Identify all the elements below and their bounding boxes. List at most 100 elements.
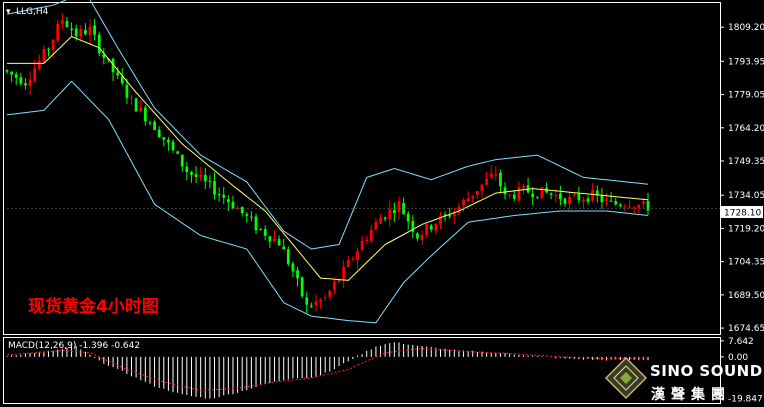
brand-name-cn: 漢聲集團	[651, 386, 731, 403]
candle-bear	[563, 198, 567, 204]
candle-bull	[517, 187, 521, 201]
candle-bear	[153, 121, 156, 131]
candle-bear	[429, 225, 433, 230]
candle-bear	[291, 263, 295, 272]
candle-bull	[466, 198, 470, 202]
candle-bear	[531, 193, 535, 198]
current-price-value: 1728.10	[724, 209, 761, 219]
candle-bear	[208, 180, 212, 182]
candle-bull	[79, 29, 83, 37]
candle-bull	[457, 206, 461, 214]
candle-bull	[572, 194, 576, 196]
candle-bull	[434, 224, 438, 231]
candle-bear	[300, 277, 304, 297]
candle-bear	[646, 200, 650, 211]
candle-bear	[213, 181, 216, 195]
candle-bear	[74, 28, 78, 37]
macd-indicator-label: MACD(12,26,9) -1.396 -0.642	[8, 341, 140, 351]
candle-bear	[70, 28, 73, 31]
candle-bull	[568, 196, 571, 204]
candle-bull	[642, 201, 645, 204]
chart-symbol-icon: ▾	[6, 7, 11, 17]
price-tick-label: 1779.05	[728, 91, 764, 101]
candle-bear	[19, 77, 23, 84]
candle-bull	[494, 174, 498, 176]
macd-tick-label: -19.847	[728, 394, 763, 404]
candle-bull	[28, 79, 32, 87]
candle-bull	[554, 195, 558, 197]
price-tick-label: 1704.35	[728, 258, 764, 268]
candle-bear	[143, 107, 147, 122]
candle-bull	[582, 199, 585, 201]
candle-bear	[512, 194, 516, 199]
candle-bull	[130, 97, 133, 99]
candle-bull	[388, 209, 392, 220]
candle-bull	[420, 234, 424, 240]
candle-bull	[360, 241, 364, 251]
candle-bear	[10, 71, 13, 75]
candle-bear	[305, 297, 309, 305]
candle-bear	[268, 236, 272, 242]
candle-bear	[309, 305, 313, 307]
candle-bear	[618, 204, 622, 206]
candle-bull	[51, 39, 55, 51]
candle-bear	[392, 210, 396, 214]
candle-bull	[356, 251, 359, 261]
candle-bear	[383, 217, 387, 219]
candle-bull	[425, 223, 429, 235]
price-tick-label: 1793.95	[728, 57, 764, 67]
candle-bull	[480, 184, 484, 192]
candle-bear	[93, 25, 96, 35]
candle-bull	[42, 49, 46, 62]
candle-bull	[60, 19, 64, 24]
candle-bear	[231, 201, 235, 209]
price-tick-label: 1674.65	[728, 324, 764, 334]
candle-bull	[346, 260, 350, 267]
candle-bull	[369, 229, 373, 241]
candle-bear	[162, 137, 166, 140]
candle-bear	[245, 214, 249, 216]
candle-bear	[559, 193, 562, 200]
candle-bull	[462, 199, 465, 206]
candle-bull	[37, 60, 41, 69]
candle-bear	[277, 238, 281, 246]
candle-bull	[632, 207, 636, 209]
candle-bear	[503, 187, 507, 195]
candle-bear	[171, 141, 175, 151]
price-chart: 1809.20 1793.95 1779.05 1764.20 1749.35 1734.…	[0, 0, 764, 407]
candle-bull	[333, 282, 336, 290]
candle-bear	[14, 74, 18, 78]
candle-bear	[5, 70, 9, 72]
candle-bear	[134, 98, 138, 112]
candle-bear	[600, 195, 604, 203]
candle-bear	[125, 84, 129, 98]
current-price-tag: 1728.10	[721, 206, 763, 219]
candle-bear	[47, 48, 50, 50]
candle-bear	[194, 174, 198, 178]
candle-bear	[535, 196, 539, 198]
candle-bull	[540, 187, 544, 199]
candle-bull	[591, 189, 595, 201]
candle-bear	[217, 194, 221, 196]
candle-bear	[614, 201, 618, 205]
candle-bull	[139, 107, 143, 112]
candle-bear	[406, 213, 410, 222]
candle-bear	[263, 229, 267, 236]
candle-bear	[180, 154, 184, 167]
candle-bear	[148, 122, 152, 124]
candle-bull	[605, 199, 608, 201]
candle-bear	[167, 139, 170, 143]
candle-bull	[351, 258, 355, 260]
candle-bull	[56, 24, 60, 41]
candle-bull	[508, 194, 512, 196]
candle-bear	[185, 166, 189, 173]
candle-bear	[286, 249, 290, 265]
price-tick-label: 1689.50	[728, 291, 764, 301]
candle-bear	[65, 20, 69, 27]
candle-bear	[116, 72, 120, 75]
price-tick-label: 1734.05	[728, 191, 764, 201]
candle-bull	[623, 206, 627, 208]
candle-bear	[222, 194, 226, 198]
candle-bull	[365, 239, 369, 242]
candle-bear	[549, 193, 553, 195]
